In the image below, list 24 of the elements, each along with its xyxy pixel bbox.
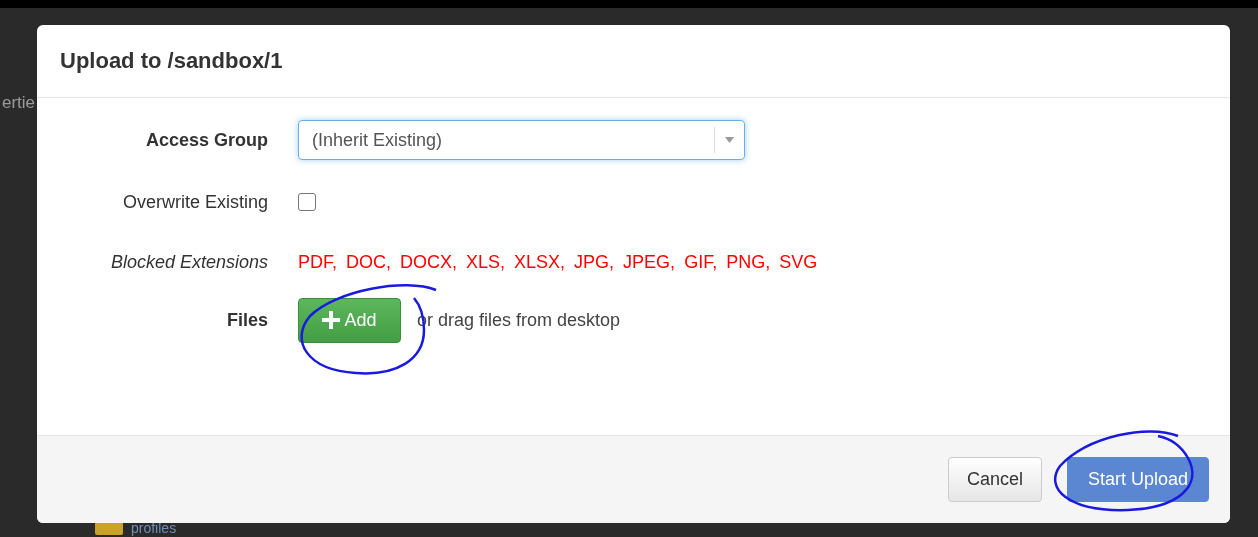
start-upload-button[interactable]: Start Upload	[1066, 457, 1209, 502]
extension-text: JPG,	[574, 250, 615, 274]
dialog-title: Upload to /sandbox/1	[60, 47, 283, 75]
background-text: ertie	[2, 94, 36, 111]
caret-icon	[725, 137, 734, 143]
checkbox[interactable]	[298, 193, 316, 211]
extension-text: GIF,	[684, 250, 718, 274]
field-label: Overwrite Existing	[121, 190, 269, 214]
extension-text: XLS,	[466, 250, 506, 274]
access-group-select[interactable]: (Inherit Existing)	[298, 120, 745, 160]
extension-text: XLSX,	[514, 250, 566, 274]
field-label: Files	[225, 308, 269, 332]
folder-label[interactable]: profiles	[131, 521, 177, 535]
extension-text: JPEG,	[623, 250, 676, 274]
extension-text: PDF,	[298, 250, 337, 274]
extension-text: PNG,	[726, 250, 771, 274]
cancel-button[interactable]: Cancel	[947, 457, 1042, 502]
field-label: Access Group	[144, 128, 269, 152]
field-label: Blocked Extensions	[109, 250, 269, 274]
plus-icon	[322, 311, 341, 329]
extension-text: SVG	[779, 250, 818, 274]
extension-text: DOCX,	[400, 250, 458, 274]
extension-text: DOC,	[346, 250, 391, 274]
add-button[interactable]: Add	[298, 297, 401, 343]
